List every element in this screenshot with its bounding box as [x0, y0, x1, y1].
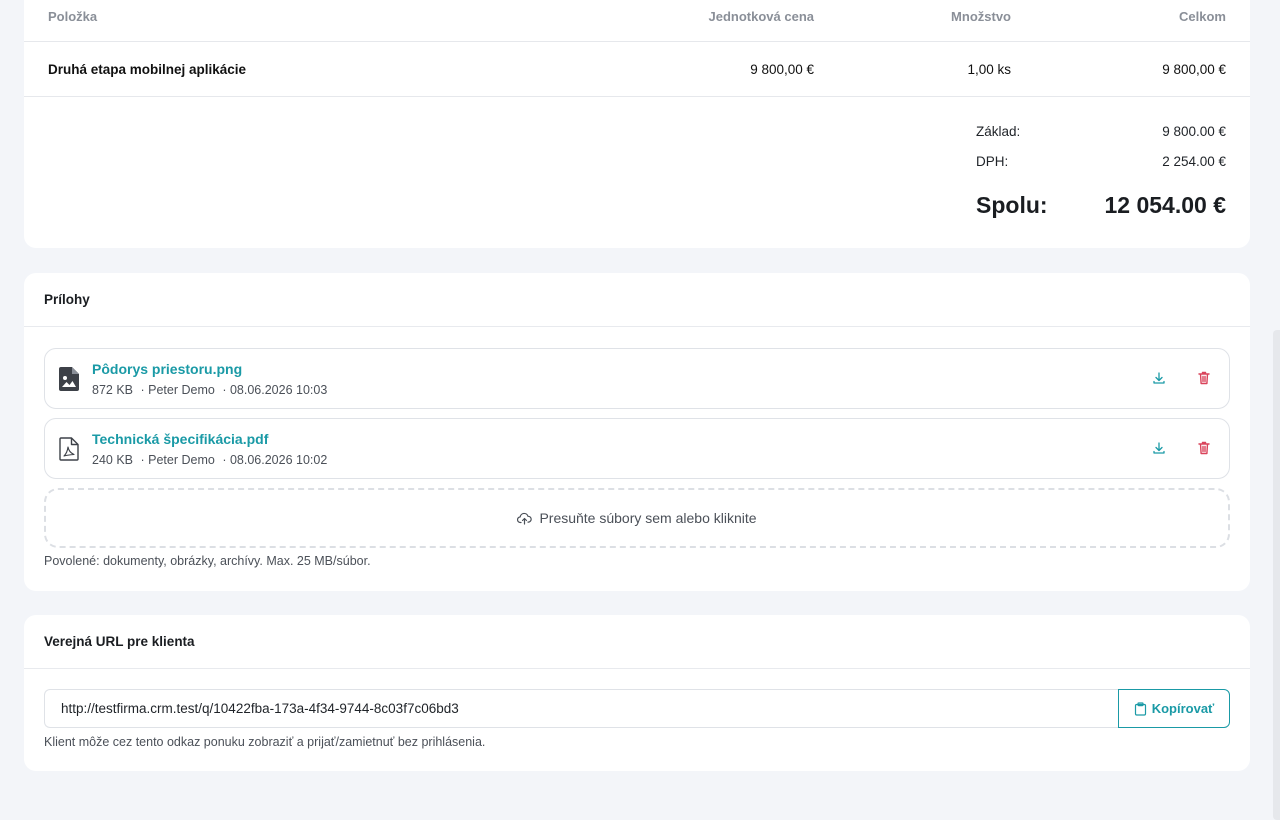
attachment-date: · 08.06.2026 10:03 [222, 383, 328, 397]
public-url-hint: Klient môže cez tento odkaz ponuku zobra… [44, 735, 486, 749]
totals-vat: DPH: 2 254.00 € [976, 154, 1226, 184]
public-url-row: Kopírovať [44, 689, 1230, 728]
totals-summary: Základ: 9 800.00 € DPH: 2 254.00 € Spolu… [976, 124, 1226, 219]
attachments-card: Prílohy Pôdorys priestoru.png 872 KB · P… [24, 273, 1250, 591]
header-item: Položka [48, 9, 98, 24]
attachment-item: Pôdorys priestoru.png 872 KB · Peter Dem… [44, 348, 1230, 409]
attachment-meta: 872 KB · Peter Demo · 08.06.2026 10:03 [92, 383, 331, 397]
row-total: 9 800,00 € [1162, 61, 1226, 77]
row-quantity: 1,00 ks [967, 61, 1011, 77]
download-icon[interactable] [1151, 440, 1167, 456]
attachment-name-link[interactable]: Pôdorys priestoru.png [92, 361, 242, 377]
items-card: Položka Jednotková cena Množstvo Celkom … [24, 0, 1250, 248]
attachment-item: Technická špecifikácia.pdf 240 KB · Pete… [44, 418, 1230, 479]
row-item-name: Druhá etapa mobilnej aplikácie [48, 61, 247, 77]
header-total: Celkom [1179, 9, 1226, 24]
download-icon[interactable] [1151, 370, 1167, 386]
base-label: Základ: [976, 124, 1021, 139]
attachment-size: 872 KB [92, 383, 134, 397]
dropzone-label: Presuňte súbory sem alebo kliknite [539, 510, 757, 526]
clipboard-icon [1134, 701, 1146, 716]
grand-label: Spolu: [976, 192, 1048, 218]
attachment-size: 240 KB [92, 453, 134, 467]
image-file-icon [59, 367, 79, 391]
file-dropzone[interactable]: Presuňte súbory sem alebo kliknite [44, 488, 1230, 548]
table-row: Druhá etapa mobilnej aplikácie 9 800,00 … [24, 42, 1250, 97]
vat-value: 2 254.00 € [1162, 154, 1226, 169]
trash-icon[interactable] [1196, 440, 1212, 456]
items-table-header: Položka Jednotková cena Množstvo Celkom [24, 0, 1250, 42]
attachment-date: · 08.06.2026 10:02 [222, 453, 328, 467]
attachment-meta: 240 KB · Peter Demo · 08.06.2026 10:02 [92, 453, 331, 467]
attachments-title: Prílohy [24, 273, 1250, 327]
attachment-author: · Peter Demo [140, 453, 215, 467]
trash-icon[interactable] [1196, 370, 1212, 386]
totals-grand: Spolu: 12 054.00 € [976, 192, 1226, 219]
attachment-author: · Peter Demo [140, 383, 215, 397]
copy-button-label: Kopírovať [1151, 701, 1215, 716]
base-value: 9 800.00 € [1162, 124, 1226, 139]
pdf-file-icon [59, 437, 79, 461]
totals-base: Základ: 9 800.00 € [976, 124, 1226, 154]
cloud-upload-icon [517, 512, 533, 525]
grand-value: 12 054.00 € [1104, 192, 1226, 218]
public-url-card: Verejná URL pre klienta Kopírovať Klient… [24, 615, 1250, 771]
copy-button[interactable]: Kopírovať [1118, 689, 1230, 728]
header-quantity: Množstvo [951, 9, 1011, 24]
attachments-hint: Povolené: dokumenty, obrázky, archívy. M… [44, 554, 371, 568]
vat-label: DPH: [976, 154, 1009, 169]
public-url-title: Verejná URL pre klienta [24, 615, 1250, 669]
page-scrollbar[interactable] [1273, 330, 1280, 820]
header-unit-price: Jednotková cena [708, 9, 815, 24]
public-url-field[interactable] [44, 689, 1119, 728]
row-unit-price: 9 800,00 € [750, 61, 814, 77]
attachment-name-link[interactable]: Technická špecifikácia.pdf [92, 431, 268, 447]
